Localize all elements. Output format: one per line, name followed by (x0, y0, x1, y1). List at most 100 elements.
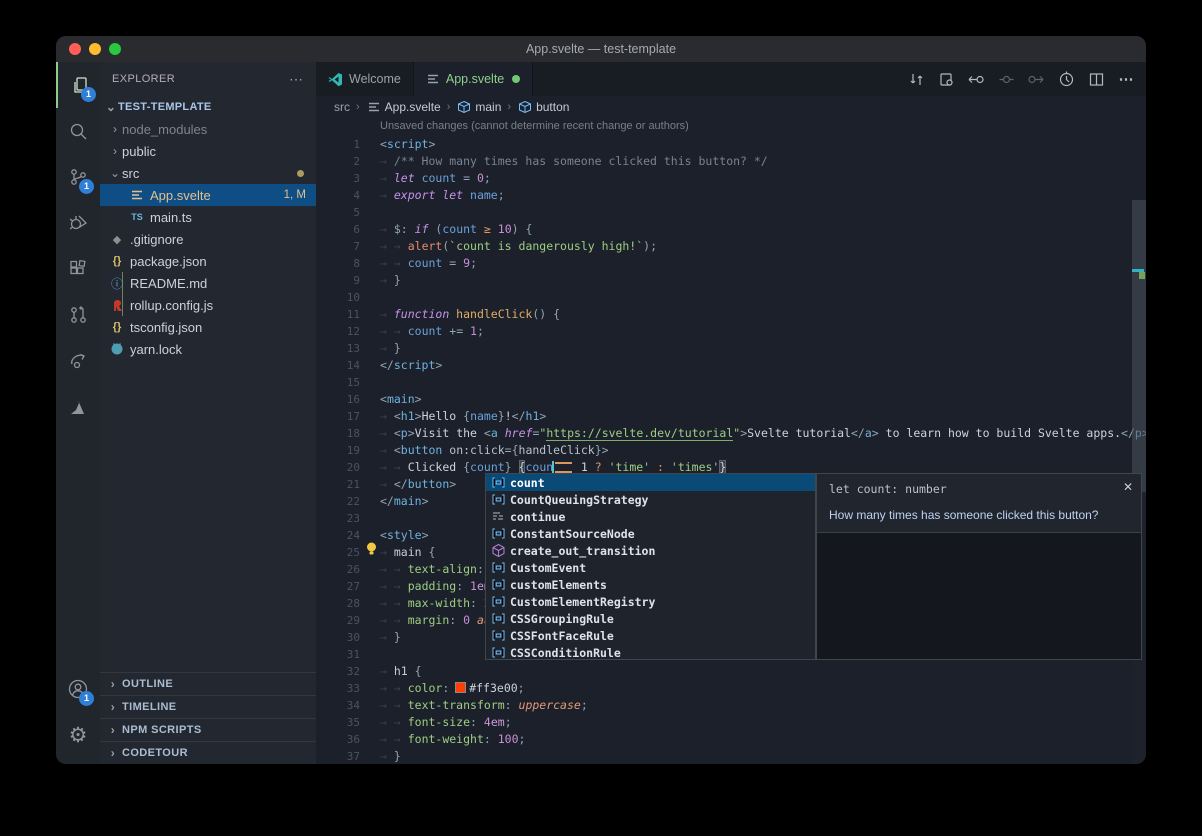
suggestion-constantsourcenode[interactable]: ConstantSourceNode (486, 525, 815, 542)
modified-dot-icon[interactable] (512, 75, 520, 83)
code-line-5[interactable]: 5 (316, 204, 1132, 221)
suggestion-customelementregistry[interactable]: CustomElementRegistry (486, 593, 815, 610)
file-tree-item-src[interactable]: ⌄src (100, 162, 316, 184)
code-line-6[interactable]: 6→ $: if (count ≥ 10) { (316, 221, 1132, 238)
code-line-14[interactable]: 14</script> (316, 357, 1132, 374)
suggestion-customevent[interactable]: CustomEvent (486, 559, 815, 576)
lightbulb-icon[interactable] (364, 541, 379, 556)
file-tree-item-readme-md[interactable]: ⓘREADME.md (100, 272, 316, 294)
editor-action-previous-change[interactable] (964, 67, 988, 91)
vscode-logo-icon (328, 72, 343, 87)
code-line-1[interactable]: 1<script> (316, 136, 1132, 153)
activity-bar-github-pr[interactable] (56, 292, 100, 338)
token: handleClick (519, 443, 595, 457)
sidebar-section-codetour[interactable]: ›CODETOUR (100, 741, 316, 764)
code-line-7[interactable]: 7→ → alert(`count is dangerously high!`)… (316, 238, 1132, 255)
token: : (484, 732, 498, 746)
activity-bar-source-control[interactable]: 1 (56, 154, 100, 200)
breadcrumb-item-src[interactable]: src (334, 100, 350, 114)
code-line-18[interactable]: 18→ <p>Visit the <a href="https://svelte… (316, 425, 1132, 442)
file-tree-item-public[interactable]: ›public (100, 140, 316, 162)
code-line-3[interactable]: 3→ let count = 0; (316, 170, 1132, 187)
file-tree-item-app-svelte[interactable]: App.svelte1, M (100, 184, 316, 206)
breadcrumb-item-main[interactable]: main (456, 100, 501, 114)
line-number: 22 (316, 493, 360, 510)
tab-app-svelte[interactable]: App.svelte (414, 62, 533, 98)
code-line-17[interactable]: 17→ <h1>Hello {name}!</h1> (316, 408, 1132, 425)
codelens-blame-annotation[interactable]: Unsaved changes (cannot determine recent… (380, 120, 689, 132)
code-line-11[interactable]: 11→ function handleClick() { (316, 306, 1132, 323)
line-number: 10 (316, 289, 360, 306)
code-line-10[interactable]: 10 (316, 289, 1132, 306)
editor-action-file-history[interactable] (1054, 67, 1078, 91)
suggestion-continue[interactable]: continue (486, 508, 815, 525)
tab-welcome[interactable]: Welcome (316, 62, 414, 96)
activity-bar-account[interactable]: 1 (56, 666, 100, 712)
suggestion-cssgroupingrule[interactable]: CSSGroupingRule (486, 610, 815, 627)
file-tree-item-tsconfig-json[interactable]: {}tsconfig.json (100, 316, 316, 338)
line-number: 16 (316, 391, 360, 408)
activity-bar-files[interactable]: 1 (56, 62, 102, 108)
file-label: src (122, 166, 139, 181)
token: → (394, 324, 408, 338)
sidebar-section-timeline[interactable]: ›TIMELINE (100, 695, 316, 718)
activity-bar-run-debug[interactable] (56, 200, 100, 246)
code-line-15[interactable]: 15 (316, 374, 1132, 391)
editor-action-next-change[interactable] (1024, 67, 1048, 91)
code-line-2[interactable]: 2→ /** How many times has someone clicke… (316, 153, 1132, 170)
sidebar-section-npm-scripts[interactable]: ›NPM SCRIPTS (100, 718, 316, 741)
suggestion-countqueuingstrategy[interactable]: CountQueuingStrategy (486, 491, 815, 508)
editor-action-open-preview[interactable] (934, 67, 958, 91)
suggestion-create_out_transition[interactable]: create_out_transition (486, 542, 815, 559)
code-line-13[interactable]: 13→ } (316, 340, 1132, 357)
file-tree-item-rollup-config-js[interactable]: rollup.config.js (100, 294, 316, 316)
editor-action-split-editor[interactable] (1084, 67, 1108, 91)
activity-bar-search[interactable] (56, 108, 100, 154)
suggestion-count[interactable]: count (486, 474, 815, 491)
code-line-8[interactable]: 8→ → count = 9; (316, 255, 1132, 272)
sidebar-section-outline[interactable]: ›OUTLINE (100, 672, 316, 695)
file-tree-item--gitignore[interactable]: ◆.gitignore (100, 228, 316, 250)
token: text-transform (408, 698, 505, 712)
code-line-16[interactable]: 16<main> (316, 391, 1132, 408)
file-tree-item-package-json[interactable]: {}package.json (100, 250, 316, 272)
activity-bar-extensions[interactable] (56, 246, 100, 292)
code-line-32[interactable]: 32→ h1 { (316, 663, 1132, 680)
token: ≥ (484, 222, 491, 236)
suggestion-cssfontfacerule[interactable]: CSSFontFaceRule (486, 627, 815, 644)
breadcrumb-item-button[interactable]: button (517, 100, 569, 114)
line-number: 1 (316, 136, 360, 153)
code-line-9[interactable]: 9→ } (316, 272, 1132, 289)
project-root-row[interactable]: ⌄ TEST-TEMPLATE (100, 96, 316, 118)
explorer-more-actions-icon[interactable]: ⋯ (289, 71, 304, 88)
file-tree-item-node-modules[interactable]: ›node_modules (100, 118, 316, 140)
svelte-file-icon (426, 72, 440, 86)
code-line-36[interactable]: 36→ → font-weight: 100; (316, 731, 1132, 748)
code-line-19[interactable]: 19→ <button on:click={handleClick}> (316, 442, 1132, 459)
scrollbar-slider[interactable] (1132, 200, 1146, 492)
code-line-37[interactable]: 37→ } (316, 748, 1132, 764)
activity-bar-azure[interactable] (56, 384, 100, 430)
file-tree-item-main-ts[interactable]: TSmain.ts (100, 206, 316, 228)
activity-bar-live-share[interactable] (56, 338, 100, 384)
suggestion-customelements[interactable]: customElements (486, 576, 815, 593)
token: to learn how to build Svelte apps. (879, 426, 1121, 440)
close-icon[interactable]: ✕ (1123, 480, 1133, 494)
code-line-12[interactable]: 12→ → count += 1; (316, 323, 1132, 340)
breadcrumb-item-app-svelte[interactable]: App.svelte (366, 100, 441, 114)
editor-action-change-marker[interactable] (994, 67, 1018, 91)
token: : (449, 613, 463, 627)
code-line-35[interactable]: 35→ → font-size: 4em; (316, 714, 1132, 731)
chevron-right-icon: › (106, 677, 120, 691)
file-tree-item-yarn-lock[interactable]: yarn.lock (100, 338, 316, 360)
code-line-33[interactable]: 33→ → color: #ff3e00; (316, 680, 1132, 697)
editor-action-more-actions[interactable]: ⋯ (1114, 67, 1138, 91)
breadcrumb-label: main (475, 100, 501, 114)
activity-bar-settings-gear[interactable]: ⚙ (56, 712, 100, 758)
code-line-34[interactable]: 34→ → text-transform: uppercase; (316, 697, 1132, 714)
line-number: 6 (316, 221, 360, 238)
code-line-4[interactable]: 4→ export let name; (316, 187, 1132, 204)
editor-action-compare-changes[interactable] (904, 67, 928, 91)
code-editor[interactable]: Unsaved changes (cannot determine recent… (316, 118, 1146, 764)
suggestion-cssconditionrule[interactable]: CSSConditionRule (486, 644, 815, 661)
